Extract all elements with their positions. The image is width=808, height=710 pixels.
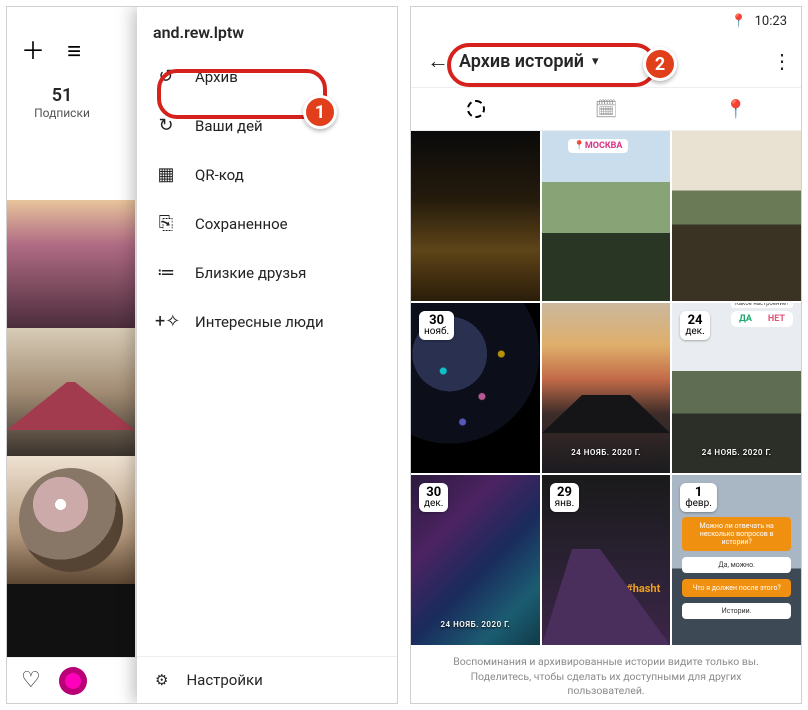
date-chip: 1февр. — [680, 483, 717, 512]
menu-archive[interactable]: ↺ Архив — [137, 52, 397, 101]
stories-reel-icon — [467, 100, 485, 118]
story-avatar[interactable] — [59, 667, 87, 695]
menu-close-friends-label: Близкие друзья — [195, 264, 306, 282]
menu-qrcode[interactable]: ▦ QR-код — [137, 150, 397, 199]
archive-story[interactable]: 24 НОЯБ. 2020 Г. — [542, 303, 671, 473]
tab-calendar[interactable]: 🗓 — [541, 88, 671, 130]
like-icon[interactable]: ♡ — [21, 668, 41, 693]
menu-activity-icon: ↻ — [155, 115, 177, 136]
grid-thumb[interactable] — [7, 328, 135, 456]
archive-story[interactable]: 1февр. Можно ли отвечать на несколько воп… — [672, 475, 801, 645]
chevron-down-icon[interactable]: ▾ — [592, 54, 599, 69]
phone-archive: 📍 10:23 ← Архив историй ▾ ⋮ 2 🗓 📍 📍МОСКВ… — [410, 6, 802, 704]
location-indicator-icon: 📍 — [730, 14, 746, 29]
menu-settings[interactable]: ⚙ Настройки — [137, 656, 397, 703]
menu-saved-icon: ⎘ — [155, 213, 177, 234]
tab-stories[interactable] — [411, 88, 541, 130]
new-post-icon[interactable]: ＋ — [21, 39, 45, 63]
archive-title[interactable]: Архив историй — [459, 51, 584, 72]
tab-location[interactable]: 📍 — [671, 88, 801, 130]
location-chip: 📍МОСКВА — [568, 139, 629, 153]
date-chip: 30нояб. — [419, 311, 454, 340]
subscriptions-stat[interactable]: 51 Подписки — [7, 63, 97, 130]
date-chip: 29янв. — [550, 483, 580, 512]
story-caption: 24 НОЯБ. 2020 Г. — [542, 448, 671, 457]
date-chip: 24дек. — [680, 311, 709, 340]
settings-label: Настройки — [186, 671, 262, 689]
subscriptions-count: 51 — [27, 85, 97, 106]
menu-discover[interactable]: +✧ Интересные люди — [137, 297, 397, 346]
menu-discover-icon: +✧ — [155, 311, 177, 332]
subscriptions-label: Подписки — [27, 106, 97, 120]
menu-activity[interactable]: ↻ Ваши дей — [137, 101, 397, 150]
menu-close-friends-icon: ≔ — [155, 262, 177, 283]
gear-icon: ⚙ — [155, 671, 168, 689]
calendar-icon: 🗓 — [595, 99, 618, 120]
year-label: 2021 — [552, 620, 575, 631]
grid-thumb[interactable] — [7, 200, 135, 328]
back-button[interactable]: ← — [421, 44, 455, 78]
story-caption: 24 НОЯБ. 2020 Г. — [672, 448, 801, 457]
question-sticker: Можно ли отвечать на несколько вопросов … — [682, 517, 791, 619]
poll-title: Какое настроение? — [731, 303, 793, 308]
location-pin-icon: 📍 — [725, 99, 747, 120]
menu-qrcode-label: QR-код — [195, 166, 244, 184]
phone-profile-menu: 10:23 ＋ ≡ 51 Подписки ⧉ ♡ and.rew.lptw ↺… — [6, 6, 398, 704]
archive-story[interactable] — [411, 131, 540, 301]
status-time: 10:23 — [755, 14, 787, 29]
more-options-button[interactable]: ⋮ — [772, 49, 791, 73]
archive-story[interactable]: 29янв. #hasht 2021 — [542, 475, 671, 645]
menu-archive-label: Архив — [195, 68, 238, 86]
menu-saved-label: Сохраненное — [195, 215, 288, 233]
poll-chip: ДАНЕТ — [731, 311, 793, 327]
menu-archive-icon: ↺ — [155, 66, 177, 87]
menu-discover-label: Интересные люди — [195, 313, 324, 331]
archive-story[interactable]: 📍МОСКВА — [542, 131, 671, 301]
hashtag: #hasht — [626, 582, 660, 595]
grid-thumb[interactable] — [7, 456, 135, 584]
archive-tabs: 🗓 📍 — [411, 87, 801, 131]
archive-footer-text: Воспоминания и архивированные истории ви… — [411, 645, 801, 704]
status-bar: 📍 10:23 — [411, 7, 801, 35]
drawer-username[interactable]: and.rew.lptw — [137, 7, 397, 52]
archive-story[interactable]: 30дек. 24 НОЯБ. 2020 Г. — [411, 475, 540, 645]
menu-close-friends[interactable]: ≔ Близкие друзья — [137, 248, 397, 297]
menu-saved[interactable]: ⎘ Сохраненное — [137, 199, 397, 248]
archive-story[interactable]: 30нояб. — [411, 303, 540, 473]
menu-activity-label: Ваши дей — [195, 117, 263, 135]
menu-qrcode-icon: ▦ — [155, 164, 177, 185]
profile-drawer: and.rew.lptw ↺ Архив ↻ Ваши дей ▦ QR-код ⎘ Сохр… — [137, 7, 397, 703]
archive-story[interactable] — [672, 131, 801, 301]
archive-story[interactable]: 24дек. 24 НОЯБ. 2020 Г. Какое настроение? Д… — [672, 303, 801, 473]
date-chip: 30дек. — [419, 483, 448, 512]
menu-icon[interactable]: ≡ — [67, 39, 81, 63]
archive-grid: 📍МОСКВА 30нояб. 24 НОЯБ. 2020 Г. 24дек. 24 Н… — [411, 131, 801, 645]
story-caption: 24 НОЯБ. 2020 Г. — [411, 620, 540, 629]
